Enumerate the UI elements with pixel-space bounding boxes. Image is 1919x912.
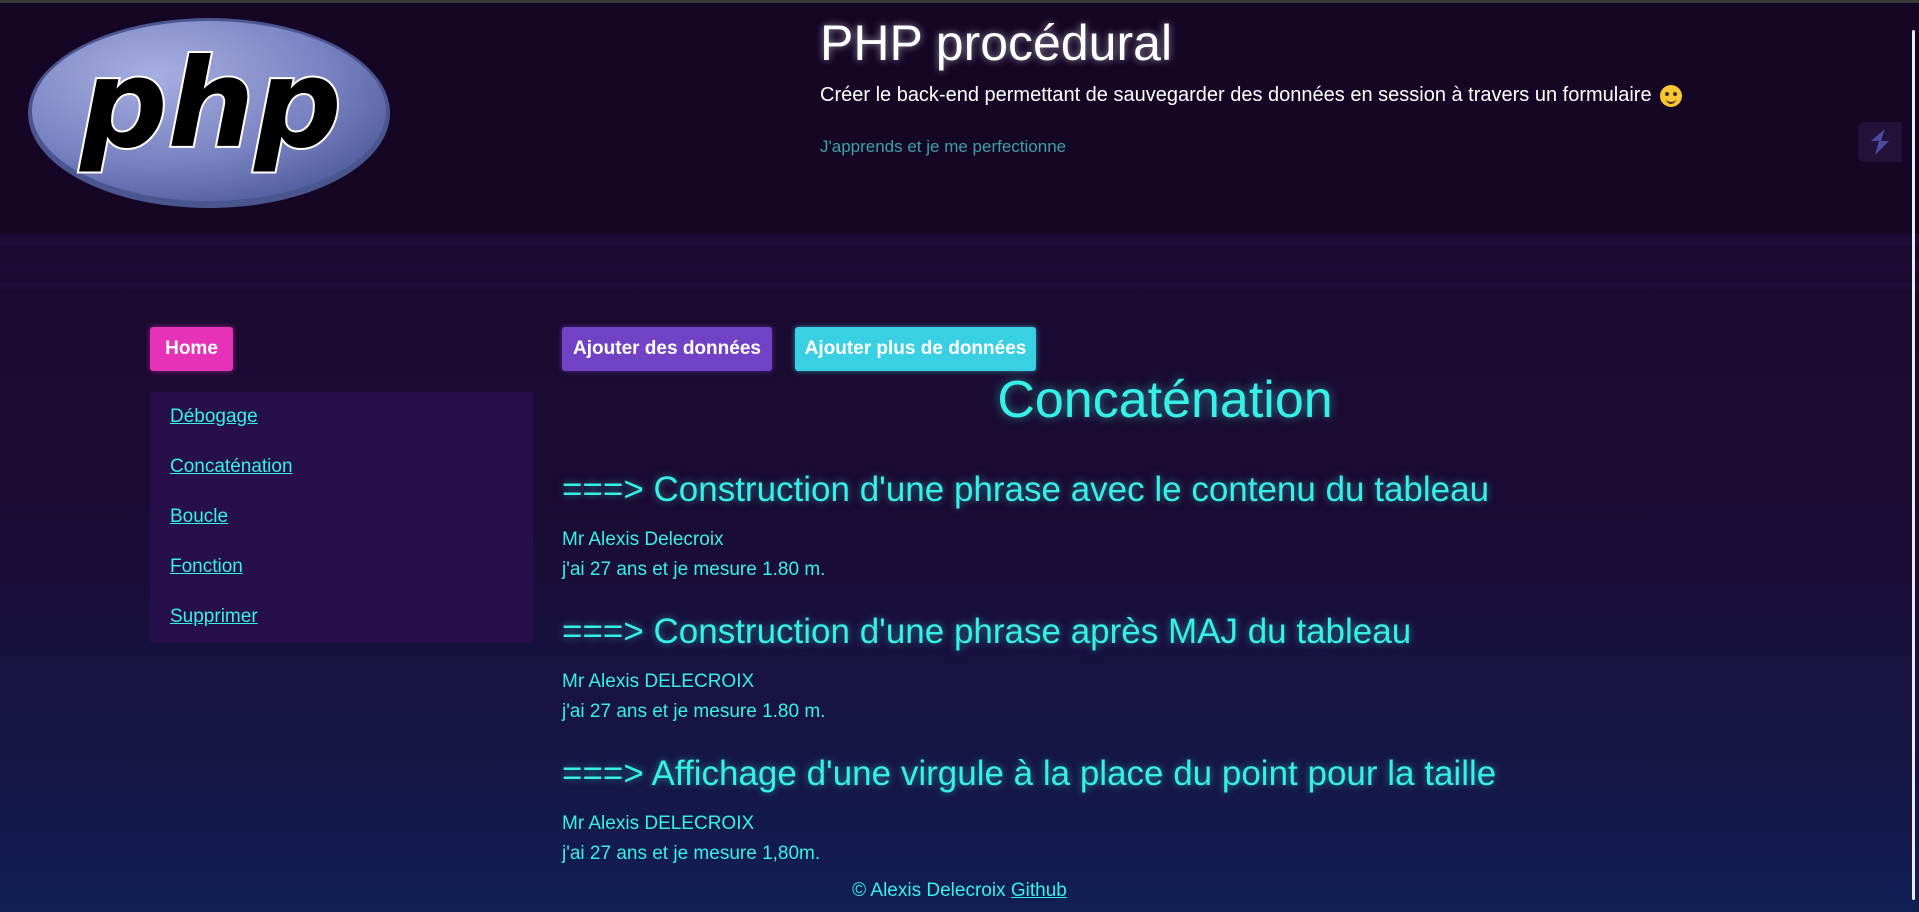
customizer-icon[interactable] — [1858, 122, 1902, 162]
header-divider — [0, 234, 1919, 246]
sidebar-item-debogage[interactable]: Débogage — [170, 406, 258, 428]
sidebar-item-fonction[interactable]: Fonction — [170, 556, 243, 578]
section-text: j'ai 27 ans et je mesure 1.80 m. — [562, 559, 826, 580]
section-heading: ===> Construction d'une phrase avec le c… — [562, 470, 1490, 509]
smiley-icon — [1659, 84, 1682, 107]
logo-text: php — [78, 33, 342, 175]
bolt-icon — [1871, 129, 1889, 155]
section-text: Mr Alexis DELECROIX — [562, 671, 755, 692]
add-data-button[interactable]: Ajouter des données — [562, 327, 772, 371]
header-divider — [0, 282, 1919, 290]
sidebar-item-supprimer[interactable]: Supprimer — [170, 606, 258, 628]
page-title: Concaténation — [997, 371, 1333, 429]
section-heading: ===> Construction d'une phrase après MAJ… — [562, 612, 1412, 651]
section-heading: ===> Affichage d'une virgule à la place … — [562, 754, 1497, 793]
site-title: PHP procédural — [820, 15, 1173, 71]
section-text: j'ai 27 ans et je mesure 1,80m. — [562, 843, 821, 864]
php-logo[interactable]: php — [26, 16, 392, 210]
header-divider — [0, 262, 1919, 272]
site-tagline: J'apprends et je me perfectionne — [820, 137, 1067, 156]
site-description: Créer le back-end permettant de sauvegar… — [820, 84, 1682, 107]
sidebar-menu: Débogage Concaténation Boucle Fonction S… — [150, 392, 533, 642]
add-more-data-button[interactable]: Ajouter plus de données — [795, 327, 1036, 371]
site-description-text: Créer le back-end permettant de sauvegar… — [820, 84, 1652, 106]
sidebar-item-concatenation[interactable]: Concaténation — [170, 456, 293, 478]
site-footer: © Alexis Delecroix Github — [0, 880, 1919, 902]
section-text: Mr Alexis Delecroix — [562, 529, 724, 550]
home-button[interactable]: Home — [150, 327, 233, 371]
sidebar-item-boucle[interactable]: Boucle — [170, 506, 228, 528]
scrollbar[interactable] — [1912, 30, 1915, 900]
github-link[interactable]: Github — [1011, 880, 1067, 901]
section-text: Mr Alexis DELECROIX — [562, 813, 755, 834]
footer-copyright: © Alexis Delecroix — [852, 880, 1006, 901]
section-text: j'ai 27 ans et je mesure 1.80 m. — [562, 701, 826, 722]
